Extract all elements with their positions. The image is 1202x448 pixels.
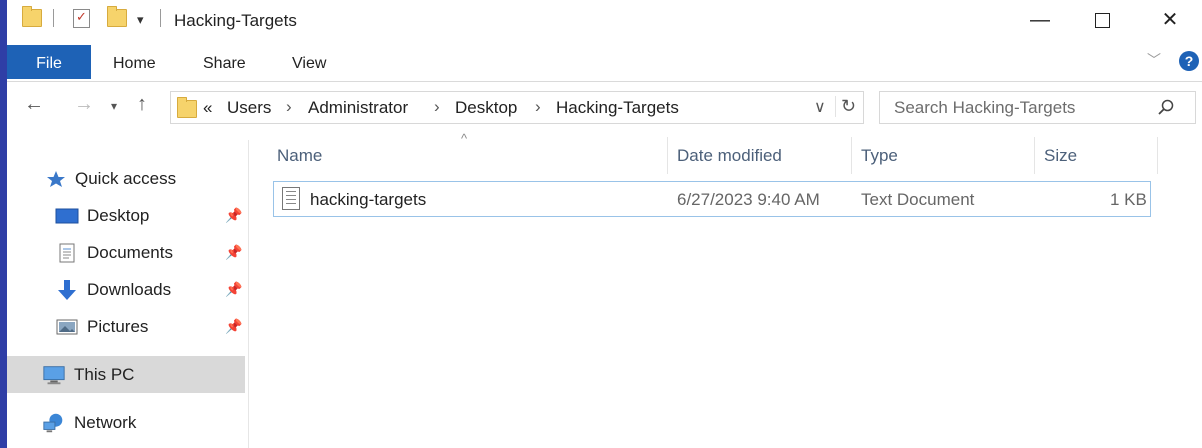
file-name: hacking-targets <box>310 190 427 209</box>
column-divider[interactable] <box>851 137 852 174</box>
window-title: Hacking-Targets <box>174 11 297 30</box>
nav-label: Downloads <box>87 280 172 299</box>
breadcrumb-desktop[interactable]: Desktop <box>455 98 517 118</box>
breadcrumb-administrator[interactable]: Administrator <box>308 98 408 118</box>
pin-icon: 📌 <box>225 244 243 260</box>
ribbon: File Home Share View ﹀ ? <box>7 44 1202 82</box>
file-row[interactable]: hacking-targets 6/27/2023 9:40 AM Text D… <box>273 181 1151 217</box>
forward-arrow-icon[interactable]: → <box>74 93 94 116</box>
column-header-date-modified[interactable]: Date modified <box>677 146 782 166</box>
pin-icon: 📌 <box>225 207 243 223</box>
tab-share[interactable]: Share <box>203 44 246 80</box>
tab-home[interactable]: Home <box>113 44 156 80</box>
file-date-modified: 6/27/2023 9:40 AM <box>677 190 820 209</box>
nav-label: This PC <box>74 365 135 384</box>
minimize-button[interactable]: — <box>1017 0 1063 40</box>
desktop-icon <box>55 206 79 226</box>
network-icon <box>42 413 66 433</box>
nav-item-downloads[interactable]: Downloads <box>55 275 171 305</box>
search-icon[interactable] <box>1157 98 1175 116</box>
file-explorer-window: ▾ Hacking-Targets — ✕ File Home Share Vi… <box>7 0 1202 448</box>
address-dropdown-icon[interactable]: ∨ <box>814 97 826 117</box>
search-input[interactable] <box>892 97 1156 119</box>
nav-item-documents[interactable]: Documents <box>55 238 173 268</box>
close-button[interactable]: ✕ <box>1147 0 1193 40</box>
column-header-type[interactable]: Type <box>861 146 898 166</box>
breadcrumb-overflow[interactable]: « <box>203 98 212 118</box>
nav-item-this-pc[interactable]: This PC <box>42 360 134 390</box>
navigation-pane: Quick access Desktop 📌 Documents 📌 Downl… <box>7 160 247 448</box>
expand-ribbon-icon[interactable]: ﹀ <box>1147 50 1161 70</box>
search-box[interactable] <box>879 91 1196 124</box>
sort-ascending-icon: ^ <box>461 131 468 146</box>
downloads-icon <box>55 280 79 300</box>
file-size: 1 KB <box>1110 190 1147 209</box>
refresh-icon[interactable]: ↻ <box>835 96 856 117</box>
nav-item-network[interactable]: Network <box>42 408 136 438</box>
back-arrow-icon[interactable]: ← <box>24 93 44 116</box>
nav-item-pictures[interactable]: Pictures <box>55 312 148 342</box>
nav-label: Pictures <box>87 317 149 336</box>
column-header-size[interactable]: Size <box>1044 146 1077 166</box>
pin-icon: 📌 <box>225 318 243 334</box>
this-pc-icon <box>42 365 66 385</box>
file-type: Text Document <box>861 190 975 209</box>
tab-file[interactable]: File <box>7 45 91 79</box>
nav-item-desktop[interactable]: Desktop <box>55 201 149 231</box>
title-bar: ▾ Hacking-Targets — ✕ <box>7 0 1202 44</box>
nav-label: Quick access <box>75 169 177 188</box>
breadcrumb-chevron-icon[interactable]: › <box>286 97 292 117</box>
text-document-icon <box>282 187 300 210</box>
breadcrumb-hacking-targets[interactable]: Hacking-Targets <box>556 98 679 118</box>
tab-view[interactable]: View <box>292 44 326 80</box>
breadcrumb-chevron-icon[interactable]: › <box>535 97 541 117</box>
pin-icon: 📌 <box>225 281 243 297</box>
pictures-icon <box>55 317 79 337</box>
nav-label: Documents <box>87 243 173 262</box>
maximize-icon <box>1094 13 1110 29</box>
folder-icon <box>177 97 197 118</box>
column-header-name[interactable]: Name <box>277 146 322 166</box>
customize-toolbar-dropdown-icon[interactable]: ▾ <box>137 12 144 28</box>
breadcrumb-chevron-icon[interactable]: › <box>434 97 440 117</box>
folder-icon <box>22 6 42 27</box>
maximize-button[interactable] <box>1079 0 1125 40</box>
help-icon[interactable]: ? <box>1179 51 1199 71</box>
address-bar[interactable]: « Users › Administrator › Desktop › Hack… <box>170 91 864 124</box>
up-arrow-icon[interactable]: ↑ <box>137 93 147 116</box>
documents-icon <box>55 243 79 263</box>
column-divider[interactable] <box>1034 137 1035 174</box>
properties-icon[interactable] <box>73 9 90 28</box>
new-folder-icon[interactable] <box>107 6 127 27</box>
nav-label: Desktop <box>87 206 150 225</box>
nav-label: Network <box>74 413 137 432</box>
breadcrumb-users[interactable]: Users <box>227 98 271 118</box>
quick-access-star-icon <box>45 169 67 189</box>
column-divider[interactable] <box>1157 137 1158 174</box>
column-divider[interactable] <box>667 137 668 174</box>
nav-item-quick-access[interactable]: Quick access <box>45 164 176 194</box>
recent-locations-chevron-icon[interactable]: ▾ <box>111 99 117 113</box>
